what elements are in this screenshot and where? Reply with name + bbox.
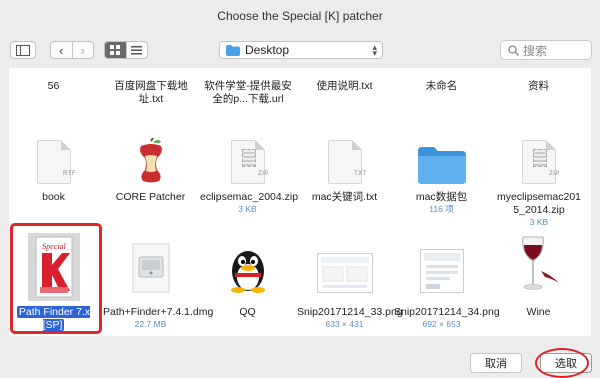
file-item[interactable]: 软件学堂-提供最安全的p...下载.url [200, 68, 295, 108]
image-dimensions: 633 × 431 [325, 319, 364, 329]
file-label: book [42, 191, 65, 203]
nav-buttons: ‹ › [50, 41, 94, 59]
icon-view-button[interactable] [105, 42, 126, 58]
file-label: 使用说明.txt [316, 80, 373, 92]
qq-penguin-icon [200, 235, 295, 293]
sidebar-icon [16, 44, 30, 56]
file-size: 3 KB [238, 204, 257, 214]
file-grid: 56 百度网盘下载地址.txt 软件学堂-提供最安全的p...下载.url 使用… [9, 68, 591, 336]
chevron-right-icon: › [80, 42, 85, 58]
file-item[interactable]: Wine [491, 223, 586, 333]
file-label: eclipsemac_2004.zip 3 KB [200, 191, 299, 214]
image-dimensions: 692 × 653 [422, 319, 461, 329]
file-item[interactable]: RTF book [9, 120, 101, 220]
file-label: 软件学堂-提供最安全的p...下载.url [204, 80, 292, 105]
highlight-circle-annotation [535, 348, 589, 378]
apple-core-icon [103, 120, 198, 184]
grid-icon [110, 45, 121, 55]
folder-icon [226, 44, 240, 56]
location-label: Desktop [245, 43, 290, 57]
wine-glass-icon [491, 231, 586, 293]
file-label: 资料 [528, 80, 549, 92]
zip-file-icon: ZIP [491, 120, 586, 184]
rtf-file-icon: RTF [9, 120, 101, 184]
file-item[interactable]: QQ [200, 223, 295, 333]
file-label: Snip20171214_34.png 692 × 653 [394, 306, 500, 329]
search-placeholder: 搜索 [523, 43, 548, 58]
file-label: QQ [239, 306, 256, 318]
window-title: Choose the Special [K] patcher [217, 9, 383, 23]
chevron-left-icon: ‹ [59, 42, 64, 58]
file-item[interactable]: Path+Finder+7.4.1.dmg 22.7 MB [103, 223, 214, 333]
file-chooser-window: Choose the Special [K] patcher ‹ › Deskt… [0, 0, 600, 378]
png-thumbnail-icon [394, 235, 489, 293]
file-label: mac关键词.txt [311, 191, 378, 203]
png-thumbnail-icon [297, 235, 392, 293]
file-label: CORE Patcher [115, 191, 186, 203]
file-item[interactable]: mac数据包 116 项 [394, 120, 489, 220]
file-item[interactable]: ZIP eclipsemac_2004.zip 3 KB [200, 120, 299, 220]
dmg-file-icon [103, 235, 198, 293]
file-item[interactable]: ZIP myeclipsemac2015_2014.zip 3 KB [491, 120, 586, 227]
file-label: mac数据包 116 项 [394, 191, 489, 215]
file-item[interactable]: 使用说明.txt [297, 68, 392, 108]
item-count: 116 项 [429, 204, 454, 214]
bottom-bar: 取消 选取 [0, 336, 600, 378]
file-item[interactable]: 56 [9, 68, 101, 108]
updown-chevron-icon: ▴ ▾ [372, 42, 377, 58]
folder-icon [394, 120, 489, 184]
search-icon [508, 45, 519, 56]
file-item[interactable]: Snip20171214_34.png 692 × 653 [394, 223, 500, 333]
file-label: Snip20171214_33.png 633 × 431 [297, 306, 403, 329]
location-popup[interactable]: Desktop ▴ ▾ [219, 41, 383, 59]
zip-file-icon: ZIP [200, 120, 295, 184]
file-item[interactable]: 资料 [491, 68, 586, 108]
view-mode-buttons [104, 41, 148, 59]
list-view-button[interactable] [125, 42, 148, 58]
txt-file-icon: TXT [297, 120, 392, 184]
file-item[interactable]: TXT mac关键词.txt [297, 120, 392, 220]
file-item[interactable]: CORE Patcher [103, 120, 198, 220]
file-item[interactable]: Snip20171214_33.png 633 × 431 [297, 223, 403, 333]
file-item[interactable]: 未命名 [394, 68, 489, 108]
highlight-annotation [10, 223, 102, 334]
back-button[interactable]: ‹ [51, 42, 72, 58]
file-label: 56 [47, 80, 60, 92]
file-label: Path+Finder+7.4.1.dmg 22.7 MB [103, 306, 214, 329]
file-size: 22.7 MB [134, 319, 167, 329]
file-label: Wine [526, 306, 551, 318]
file-item[interactable]: 百度网盘下载地址.txt [103, 68, 198, 108]
file-label: 百度网盘下载地址.txt [114, 80, 188, 105]
sidebar-toggle-button[interactable] [10, 41, 36, 59]
forward-button[interactable]: › [71, 42, 94, 58]
list-icon [131, 45, 143, 54]
file-label: 未命名 [425, 80, 458, 92]
search-field[interactable]: 搜索 [500, 40, 592, 60]
cancel-button[interactable]: 取消 [470, 353, 522, 373]
